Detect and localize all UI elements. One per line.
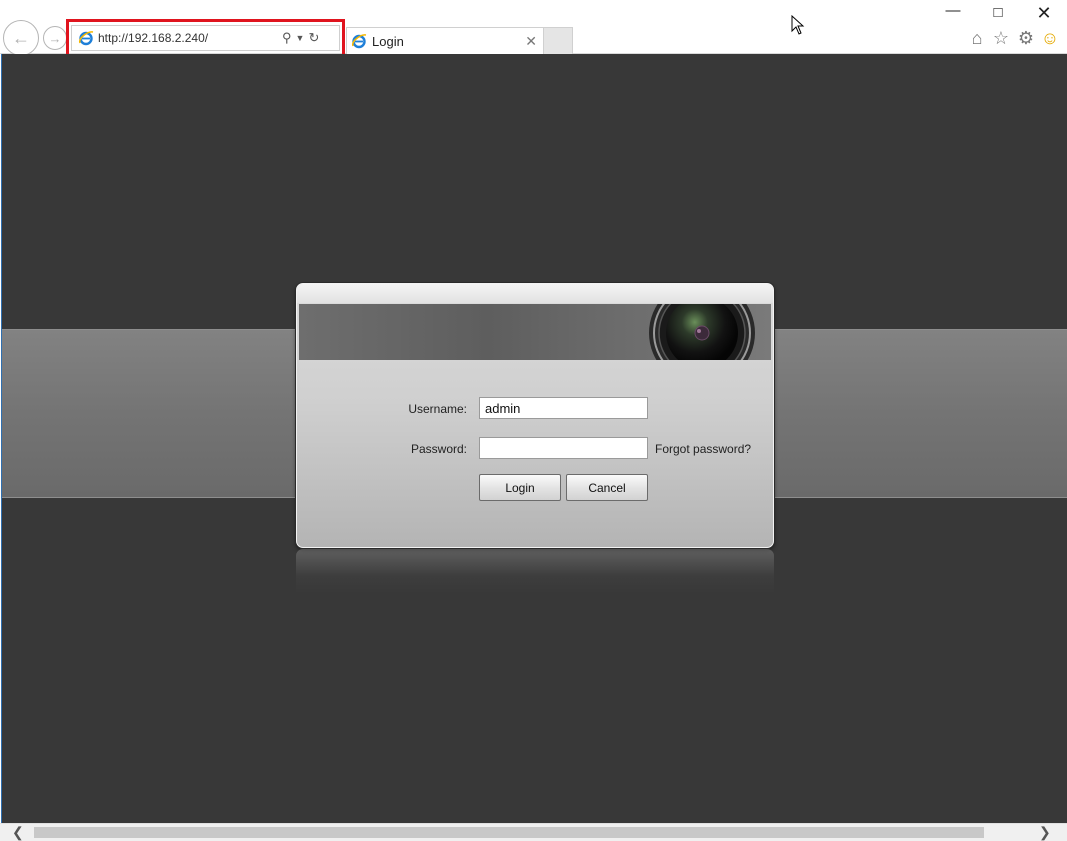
dialog-reflection xyxy=(296,549,774,594)
gear-icon[interactable]: ⚙ xyxy=(1016,28,1036,48)
forward-button[interactable]: → xyxy=(43,26,67,50)
home-icon[interactable]: ⌂ xyxy=(967,28,987,48)
search-icon[interactable]: ⚲ xyxy=(282,30,292,46)
new-tab-button[interactable] xyxy=(543,27,573,54)
browser-chrome: ← → ⚲ ▼ ↻ Login ✕ — □ ✕ ⌂ ☆ ⚙ ☺ xyxy=(0,0,1067,58)
username-row: Username: xyxy=(297,397,773,421)
camera-lens-icon xyxy=(649,304,755,360)
favorites-star-icon[interactable]: ☆ xyxy=(991,28,1011,48)
username-label: Username: xyxy=(408,402,467,416)
scroll-right-icon[interactable]: ❯ xyxy=(1039,824,1051,841)
password-input[interactable] xyxy=(479,437,648,459)
dialog-banner xyxy=(299,304,771,360)
cancel-button[interactable]: Cancel xyxy=(566,474,648,501)
smiley-feedback-icon[interactable]: ☺ xyxy=(1040,28,1060,48)
login-button[interactable]: Login xyxy=(479,474,561,501)
maximize-icon[interactable]: □ xyxy=(983,4,1013,21)
tab-title: Login xyxy=(372,33,404,49)
tab-ie-logo-icon xyxy=(352,34,367,49)
dropdown-icon[interactable]: ▼ xyxy=(296,33,305,43)
refresh-icon[interactable]: ↻ xyxy=(308,30,319,46)
tab-close-icon[interactable]: ✕ xyxy=(525,33,537,50)
login-dialog: Username: Password: Forgot password? Log… xyxy=(296,283,774,548)
tab-login[interactable]: Login ✕ xyxy=(346,27,544,54)
minimize-icon[interactable]: — xyxy=(938,2,968,19)
scroll-left-icon[interactable]: ❮ xyxy=(12,824,24,841)
back-arrow-icon: ← xyxy=(12,27,30,48)
scrollbar-thumb[interactable] xyxy=(34,827,984,838)
back-button[interactable]: ← xyxy=(3,20,39,56)
ie-logo-icon xyxy=(79,31,94,46)
horizontal-scrollbar[interactable]: ❮ ❯ xyxy=(0,823,1067,841)
window-close-icon[interactable]: ✕ xyxy=(1029,3,1059,24)
mouse-cursor-icon xyxy=(791,15,805,35)
forgot-password-link[interactable]: Forgot password? xyxy=(655,442,751,456)
password-label: Password: xyxy=(410,442,467,456)
address-bar[interactable]: ⚲ ▼ ↻ xyxy=(71,25,340,51)
page-viewport: Username: Password: Forgot password? Log… xyxy=(1,54,1067,823)
username-input[interactable] xyxy=(479,397,648,419)
url-input[interactable] xyxy=(98,31,278,45)
forward-arrow-icon: → xyxy=(48,30,62,46)
password-row: Password: Forgot password? xyxy=(297,437,773,461)
dialog-header-strip xyxy=(297,284,773,303)
